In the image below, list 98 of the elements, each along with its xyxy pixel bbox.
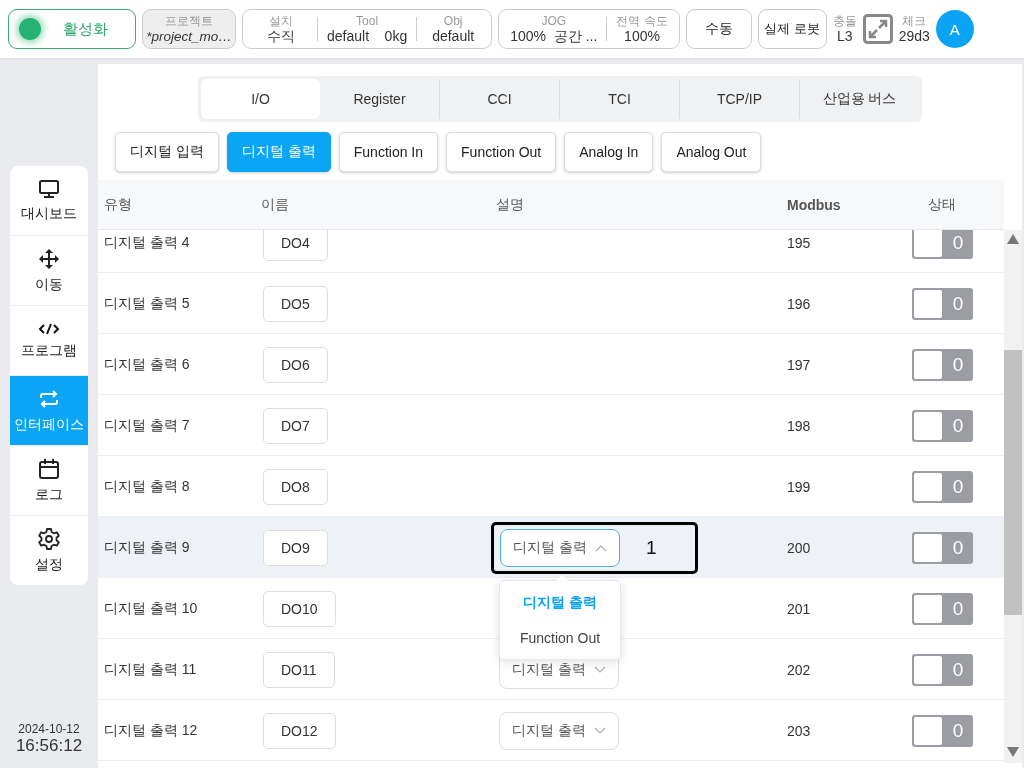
table-cell-text: 196 <box>786 295 812 312</box>
caret-icon <box>593 726 606 735</box>
field-label: Obj <box>443 13 463 28</box>
table-cell-text: 디지털 출력 12 <box>103 721 199 740</box>
field-label: 체크 <box>902 13 927 28</box>
field-label: JOG <box>541 13 567 28</box>
table-cell-text: 199 <box>786 478 812 495</box>
nav-item[interactable]: 이동 <box>10 235 88 305</box>
table-cell-text: 디지털 출력 9 <box>103 538 191 557</box>
table-row[interactable]: 디지털 출력 6 DO6 197 0 <box>98 334 1004 395</box>
nav-label: 프로그램 <box>21 341 77 360</box>
table-cell-text: 197 <box>786 356 812 373</box>
settings-icon <box>38 527 60 550</box>
field-label: 프로젝트 <box>165 13 213 28</box>
tab[interactable]: TCI <box>559 79 679 119</box>
nav-label: 인터페이스 <box>14 415 84 434</box>
code-icon <box>38 321 60 336</box>
field-value: 수직 <box>267 27 295 45</box>
tab[interactable]: 산업용 버스 <box>799 79 919 119</box>
column-header: 이름 <box>255 180 490 230</box>
subtab-button[interactable]: Analog Out <box>661 132 762 172</box>
column-header: 설명 <box>490 180 780 230</box>
scrollbar[interactable] <box>1004 230 1022 763</box>
nav-label: 설정 <box>35 555 63 574</box>
robot-button[interactable]: 실제 로봇 <box>757 9 827 49</box>
speed-panel[interactable]: JOG 100% 공간 ... 전역 속도 100% <box>498 9 680 49</box>
calendar-icon <box>38 457 60 480</box>
nav-label: 대시보드 <box>21 204 77 223</box>
field-value: default 0kg <box>327 27 408 45</box>
description-dropdown[interactable]: 디지털 출력 <box>499 711 619 750</box>
subtab-button[interactable]: 디지털 입력 <box>115 132 219 172</box>
caret-icon <box>593 665 606 674</box>
field-value: 100% 공간 ... <box>510 27 598 45</box>
field-label: 설치 <box>269 13 293 28</box>
tab[interactable]: TCP/IP <box>679 79 799 119</box>
nav-label: 이동 <box>35 275 63 294</box>
table-cell-text: 203 <box>786 722 812 739</box>
project-name: *project_mo… <box>146 27 232 45</box>
field-label: 충돌 <box>832 13 857 28</box>
expand-icon[interactable] <box>862 14 893 44</box>
project-box[interactable]: 프로젝트 *project_mo… <box>142 9 236 49</box>
table-cell-text: 디지털 출력 4 <box>103 233 191 252</box>
table-cell-text: 디지털 출력 8 <box>103 477 191 496</box>
column-header: 상태 <box>880 180 1004 230</box>
tab[interactable]: I/O <box>201 79 320 119</box>
move-icon <box>38 247 60 270</box>
field-value: L3 <box>836 27 853 45</box>
date-text: 2024-10-12 <box>18 722 80 736</box>
column-header: Modbus <box>780 180 880 230</box>
column-header: 유형 <box>98 180 255 230</box>
name-button[interactable]: DO4 <box>263 230 328 261</box>
subtab-button[interactable]: Analog In <box>564 132 654 172</box>
name-button[interactable]: DO6 <box>263 346 328 383</box>
table-cell-text: 디지털 출력 5 <box>103 294 191 313</box>
field-value: 29d3 <box>898 27 930 45</box>
table-cell-text: 디지털 출력 6 <box>103 355 191 374</box>
name-button[interactable]: DO11 <box>263 651 335 688</box>
tab[interactable]: CCI <box>439 79 559 119</box>
table-cell-text: 195 <box>786 234 812 251</box>
nav-item[interactable]: 대시보드 <box>10 166 88 235</box>
table-cell-text: 디지털 출력 11 <box>103 660 198 679</box>
tab[interactable]: Register <box>320 79 439 119</box>
field-value: default <box>432 27 475 45</box>
time-text: 16:56:12 <box>15 736 83 756</box>
name-button[interactable]: DO12 <box>263 712 336 749</box>
nav-label: 로그 <box>35 485 63 504</box>
field-label: 전역 속도 <box>616 13 668 28</box>
caret-icon <box>594 543 607 552</box>
scroll-down-icon[interactable] <box>1007 747 1019 757</box>
field-label: Tool <box>356 13 379 28</box>
table-cell-text: 198 <box>786 417 812 434</box>
setup-panel[interactable]: 설치 수직 Tool default 0kg Obj default <box>242 9 493 49</box>
field-value: 100% <box>624 27 660 45</box>
name-button[interactable]: DO7 <box>263 407 328 444</box>
table-row[interactable]: 디지털 출력 12 DO12 디지털 출력 203 0 <box>98 700 1004 761</box>
table-row[interactable]: 디지털 출력 7 DO7 198 0 <box>98 395 1004 456</box>
subtab-button[interactable]: Function Out <box>446 132 557 172</box>
mode-button[interactable]: 수동 <box>685 9 752 49</box>
monitor-icon <box>38 178 60 199</box>
table-cell-text: 201 <box>786 600 812 617</box>
table-cell-text: 200 <box>786 539 812 556</box>
nav-item[interactable]: 로그 <box>10 445 88 515</box>
annotation-number: 1 <box>646 536 657 559</box>
nav-item[interactable]: 설정 <box>10 515 88 585</box>
table-cell-text: 202 <box>786 661 812 678</box>
name-button[interactable]: DO5 <box>263 285 328 322</box>
name-button[interactable]: DO8 <box>263 468 328 505</box>
scroll-up-icon[interactable] <box>1007 234 1019 244</box>
description-dropdown[interactable]: 디지털 출력 <box>500 528 620 567</box>
table-row[interactable]: 디지털 출력 5 DO5 196 0 <box>98 273 1004 334</box>
name-button[interactable]: DO10 <box>263 590 336 627</box>
table-cell-text: 디지털 출력 7 <box>103 416 191 435</box>
table-row[interactable]: 디지털 출력 4 DO4 195 0 <box>98 230 1004 273</box>
name-button[interactable]: DO9 <box>263 529 328 566</box>
table-cell-text: 디지털 출력 10 <box>103 599 199 618</box>
swap-arrows-icon <box>38 387 60 410</box>
subtab-button[interactable]: Function In <box>338 132 439 172</box>
status-label: 활성화 <box>63 19 108 39</box>
